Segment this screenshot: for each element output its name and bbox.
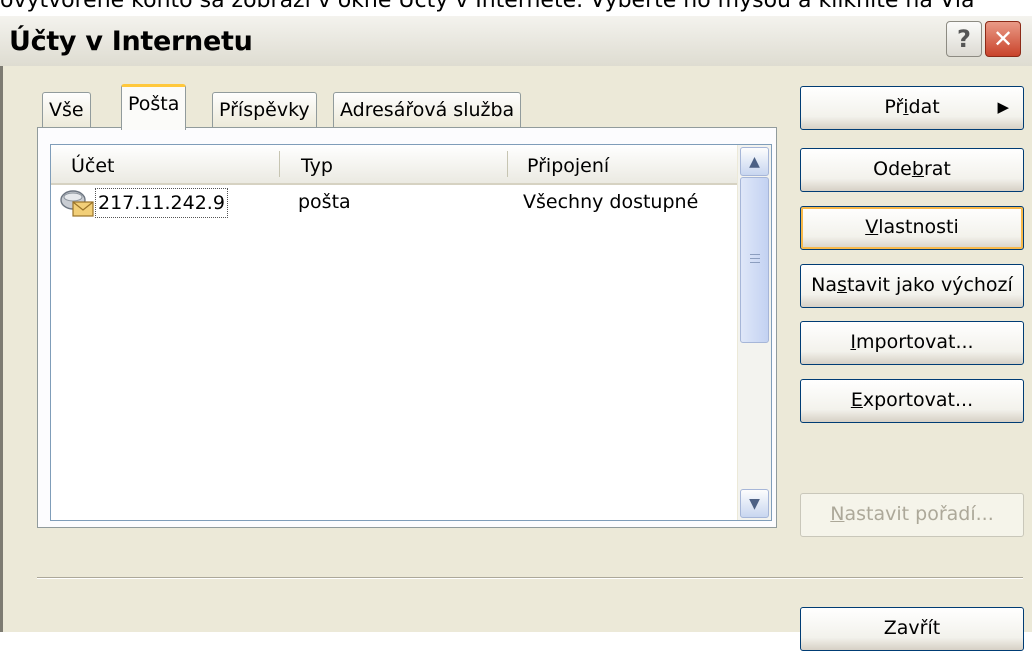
grip-line — [750, 258, 760, 259]
column-type[interactable]: Typ — [281, 145, 507, 183]
remove-label-post: rat — [923, 158, 951, 180]
set-order-label-post: astavit pořadí... — [844, 503, 994, 525]
close-window-button[interactable]: ✕ — [985, 21, 1021, 57]
tab-mail[interactable]: Pošta — [121, 84, 187, 130]
scroll-down-button[interactable]: ▼ — [740, 489, 769, 518]
add-button[interactable]: Přidat ▶ — [800, 86, 1024, 130]
tab-directory-service[interactable]: Adresářová služba — [333, 92, 522, 128]
account-row[interactable]: 217.11.242.9 pošta Všechny dostupné — [51, 185, 739, 219]
scroll-thumb[interactable] — [740, 177, 769, 343]
accounts-dialog: Vše Pošta Příspěvky Adresářová služba Úč… — [0, 66, 1032, 651]
export-button[interactable]: Exportovat... — [800, 379, 1024, 423]
remove-label-key: b — [911, 158, 924, 180]
properties-button[interactable]: Vlastnosti — [800, 206, 1024, 250]
chevron-up-icon: ▲ — [749, 153, 760, 170]
grip-line — [750, 262, 760, 263]
export-label-post: xportovat... — [862, 389, 974, 411]
column-divider[interactable] — [279, 151, 280, 177]
account-connection: Všechny dostupné — [523, 191, 699, 213]
help-button[interactable]: ? — [946, 21, 982, 57]
mail-account-icon — [60, 190, 94, 217]
chevron-down-icon: ▼ — [749, 495, 760, 512]
export-label-key: E — [850, 389, 863, 411]
import-label-post: mportovat... — [856, 331, 974, 353]
set-default-button[interactable]: Nastavit jako výchozí — [800, 264, 1024, 308]
close-icon: ✕ — [992, 25, 1014, 53]
add-label-post: dat — [908, 96, 940, 118]
column-connection[interactable]: Připojení — [507, 145, 737, 183]
set-default-label-post: tavit jako výchozí — [846, 274, 1013, 296]
add-label-pre: Př — [884, 96, 904, 118]
list-header: Účet Typ Připojení — [51, 145, 739, 185]
remove-label-pre: Ode — [873, 158, 912, 180]
account-name: 217.11.242.9 — [95, 188, 228, 218]
vertical-scrollbar[interactable]: ▲ ▼ — [737, 145, 771, 520]
import-button[interactable]: Importovat... — [800, 321, 1024, 365]
set-default-label-pre: Na — [811, 274, 838, 296]
remove-button[interactable]: Odebrat — [800, 148, 1024, 192]
title-bar[interactable]: Účty v Internetu ? ✕ — [0, 16, 1032, 67]
grip-line — [750, 254, 760, 255]
scroll-up-button[interactable]: ▲ — [740, 147, 769, 176]
tab-all[interactable]: Vše — [42, 92, 91, 128]
column-account[interactable]: Účet — [51, 145, 281, 183]
tab-news[interactable]: Příspěvky — [212, 92, 317, 128]
submenu-arrow-icon: ▶ — [997, 98, 1009, 116]
accounts-list[interactable]: Účet Typ Připojení 217.11.242.9 pošta Vš… — [50, 144, 772, 521]
help-icon: ? — [957, 25, 971, 53]
properties-label-key: V — [865, 216, 879, 238]
set-default-label-key: s — [837, 274, 847, 296]
set-order-button[interactable]: Nastavit pořadí... — [800, 493, 1024, 537]
properties-label-post: lastnosti — [878, 216, 959, 238]
window-title: Účty v Internetu — [9, 26, 253, 57]
set-order-label-key: N — [830, 503, 845, 525]
account-type: pošta — [298, 191, 351, 213]
close-button[interactable]: Zavřít — [800, 607, 1024, 651]
instruction-caption: ovytvorené konto sa zobrazí v okne Účty … — [0, 0, 975, 13]
divider — [37, 577, 1023, 579]
